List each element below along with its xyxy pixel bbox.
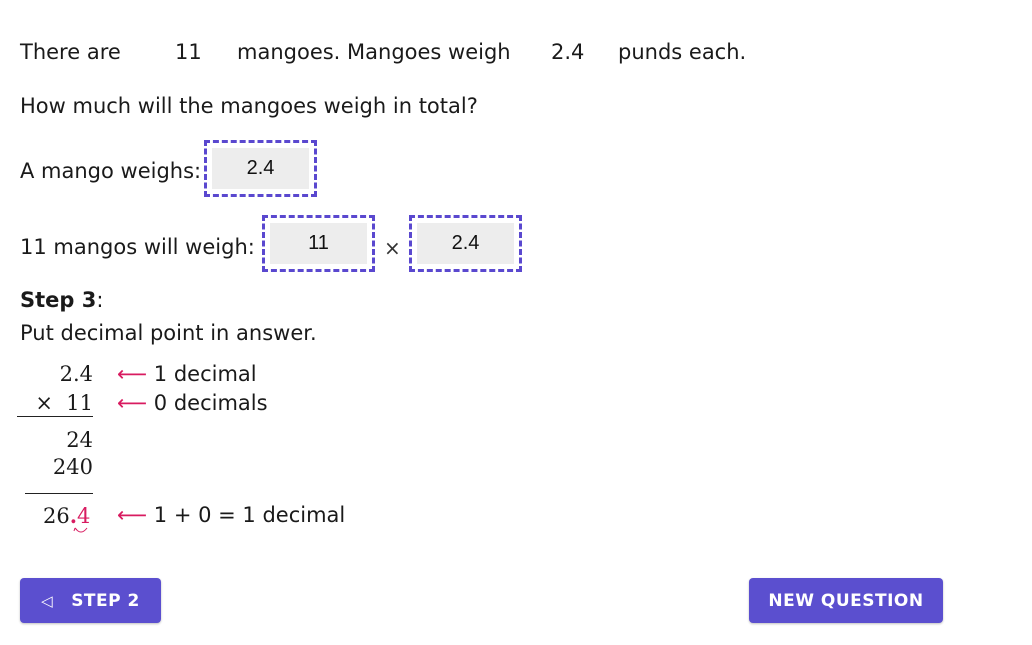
step-colon: :	[96, 288, 104, 312]
partial-product-1: 24	[66, 428, 93, 452]
note-2: 0 decimals	[153, 391, 268, 415]
step-instruction: Put decimal point in answer.	[20, 321, 317, 345]
question-text: How much will the mangoes weigh in total…	[20, 94, 478, 118]
factor2-input-box[interactable]: 2.4	[409, 215, 522, 272]
factor2-input[interactable]: 2.4	[417, 223, 514, 264]
step-heading: Step 3:	[20, 288, 103, 312]
result: 26.4	[43, 503, 90, 533]
factor1-input-box[interactable]: 11	[262, 215, 375, 272]
curved-arrow-icon	[73, 527, 88, 533]
note-row-3: ⟵ 1 + 0 = 1 decimal	[117, 503, 345, 527]
multiplicand: 2.4	[59, 362, 93, 386]
sentence-part1: There are	[20, 40, 121, 64]
mango-weight: 2.4	[551, 40, 585, 64]
factor1-input[interactable]: 11	[270, 223, 367, 264]
note-row-1: ⟵ 1 decimal	[117, 362, 257, 386]
left-arrow-icon: ⟵	[117, 503, 148, 527]
result-whole: 26	[43, 504, 70, 528]
sentence-part2: mangoes. Mangoes weigh	[237, 40, 511, 64]
mango-weighs-input[interactable]: 2.4	[212, 148, 309, 189]
result-decimal-digit: 4	[73, 504, 90, 533]
partial-product-2: 240	[52, 455, 93, 479]
divider-line	[17, 416, 93, 417]
times-symbol: ×	[384, 236, 401, 260]
mango-weighs-input-box[interactable]: 2.4	[204, 140, 317, 197]
total-weight-label: 11 mangos will weigh:	[20, 235, 255, 259]
left-arrow-icon: ⟵	[117, 391, 148, 415]
previous-step-button[interactable]: ◁ STEP 2	[20, 578, 161, 623]
result-decimal-point: .	[69, 503, 78, 528]
left-arrow-icon: ⟵	[117, 362, 148, 386]
step-title: Step 3	[20, 288, 97, 312]
result-divider-line	[25, 493, 93, 494]
new-question-button[interactable]: NEW QUESTION	[749, 578, 943, 623]
mango-count: 11	[175, 40, 202, 64]
mango-weighs-label: A mango weighs:	[20, 159, 202, 183]
note-row-2: ⟵ 0 decimals	[117, 391, 268, 415]
multiplier: × 11	[35, 391, 93, 415]
sentence-part3: punds each.	[618, 40, 747, 64]
new-question-label: NEW QUESTION	[768, 590, 924, 611]
previous-step-label: STEP 2	[71, 590, 140, 611]
back-triangle-icon: ◁	[41, 591, 54, 610]
note-3: 1 + 0 = 1 decimal	[153, 503, 346, 527]
note-1: 1 decimal	[153, 362, 257, 386]
